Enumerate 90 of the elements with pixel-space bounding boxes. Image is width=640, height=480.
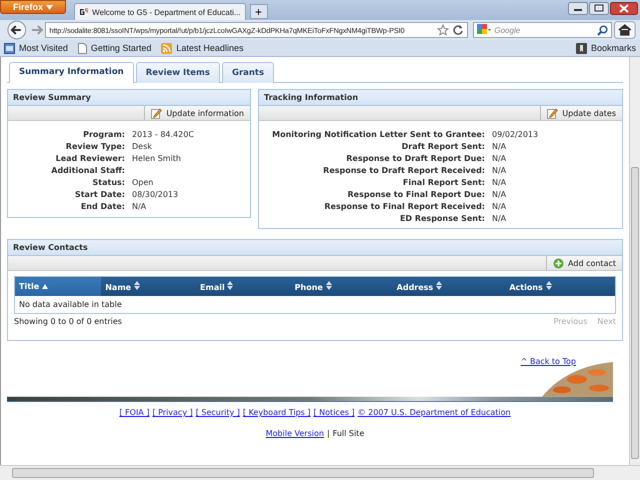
footer-link[interactable]: [ Security ] <box>196 408 240 417</box>
footer-link[interactable]: [ Privacy ] <box>152 408 193 417</box>
field-value: Open <box>132 178 154 187</box>
field-label: Response to Final Report Received: <box>323 202 485 211</box>
field-label: Status: <box>92 178 125 187</box>
back-to-top-link[interactable]: ^ Back to Top <box>520 357 576 366</box>
action-button[interactable]: Update information <box>144 106 250 120</box>
column-header[interactable]: Actions <box>505 276 616 296</box>
action-button[interactable]: Update dates <box>540 106 622 120</box>
field-value: 08/30/2013 <box>132 190 180 199</box>
field-value: 09/02/2013 <box>492 130 540 139</box>
minimize-icon[interactable] <box>568 2 588 15</box>
field-value: N/A <box>492 178 508 187</box>
panel-title: Review Summary <box>13 93 91 102</box>
column-header[interactable]: Title <box>14 276 102 296</box>
bookmark-item[interactable]: Most Visited <box>4 42 68 54</box>
field-label: Final Report Sent: <box>402 178 485 187</box>
field-value: N/A <box>492 202 508 211</box>
field-label: ED Response Sent: <box>398 214 485 223</box>
sort-icon <box>436 281 442 290</box>
sort-icon <box>546 281 552 290</box>
column-header[interactable]: Email <box>196 276 291 296</box>
pencil-icon <box>547 108 558 118</box>
field-label: Review Type: <box>64 142 125 151</box>
new-tab-button[interactable]: + <box>250 4 268 19</box>
close-icon[interactable] <box>610 2 638 15</box>
current-site-label: Full Site <box>332 429 364 438</box>
empty-table-message: No data available in table <box>19 300 122 309</box>
field-label: Response to Draft Report Received: <box>322 166 485 175</box>
field-value: N/A <box>492 166 508 175</box>
field-value: N/A <box>492 142 508 151</box>
footer-link[interactable]: [ FOIA ] <box>119 408 150 417</box>
field-label: Response to Final Report Due: <box>346 190 485 199</box>
star-icon[interactable] <box>437 24 450 36</box>
field-value: 2013 - 84.420C <box>132 130 195 139</box>
add-contact-button[interactable]: Add contact <box>546 256 622 270</box>
field-value: Helen Smith <box>132 154 182 163</box>
table-info: Showing 0 to 0 of 0 entries <box>14 317 122 326</box>
field-value: N/A <box>132 202 148 211</box>
column-header[interactable]: Name <box>101 276 196 296</box>
footer-link[interactable]: © 2007 U.S. Department of Education <box>358 408 511 417</box>
field-value: N/A <box>492 190 508 199</box>
sort-icon <box>134 281 140 290</box>
bookmark-folder-icon <box>4 42 15 54</box>
plus-icon <box>553 258 564 268</box>
search-box[interactable]: Google <box>473 22 612 38</box>
bookmarks-menu[interactable]: Bookmarks <box>576 42 636 54</box>
bookmark-item[interactable]: Latest Headlines <box>161 42 244 54</box>
field-value: N/A <box>492 214 508 223</box>
field-label: Lead Reviewer: <box>54 154 125 163</box>
site-icon <box>78 7 88 17</box>
back-icon[interactable] <box>6 20 28 40</box>
sort-icon <box>326 281 332 290</box>
dropdown-caret-icon <box>46 5 53 10</box>
column-header[interactable]: Phone <box>290 276 393 296</box>
maximize-icon[interactable] <box>589 2 609 15</box>
page-tab[interactable]: Review Items <box>136 62 220 83</box>
sort-ascending-icon <box>42 284 48 289</box>
field-label: Program: <box>82 130 125 139</box>
horizontal-scrollbar[interactable] <box>0 465 640 480</box>
pencil-icon <box>151 108 162 118</box>
vertical-scrollbar[interactable] <box>629 57 640 465</box>
panel-title: Tracking Information <box>264 93 358 102</box>
footer-link[interactable]: [ Keyboard Tips ] <box>242 408 311 417</box>
field-label: Response to Draft Report Due: <box>345 154 485 163</box>
field-label: End Date: <box>80 202 125 211</box>
search-engine-icon[interactable] <box>477 24 492 36</box>
search-icon[interactable] <box>597 24 608 36</box>
browser-tab[interactable]: Welcome to G5 - Department of Educati... <box>74 3 246 20</box>
bookmark-item[interactable]: Getting Started <box>78 42 152 54</box>
sort-icon <box>227 281 234 290</box>
field-label: Additional Staff: <box>50 166 125 175</box>
field-label: Draft Report Sent: <box>400 142 485 151</box>
field-value: N/A <box>492 154 508 163</box>
panel-title: Review Contacts <box>13 243 88 252</box>
tab-title: Welcome to G5 - Department of Educati... <box>92 8 241 16</box>
reload-icon[interactable] <box>452 24 464 36</box>
field-value: Desk <box>132 142 153 151</box>
footer-link[interactable]: [ Notices ] <box>314 408 355 417</box>
home-icon[interactable] <box>614 21 636 39</box>
separator: | <box>326 429 330 438</box>
field-label: Start Date: <box>74 190 125 199</box>
bookmarks-icon <box>576 42 587 54</box>
field-label: Monitoring Notification Letter Sent to Grantee: <box>271 130 485 139</box>
page-icon <box>78 42 87 54</box>
feed-icon <box>161 42 172 54</box>
column-header[interactable]: Address <box>392 276 506 296</box>
page-tab[interactable]: Summary Information <box>9 62 134 83</box>
page-tab[interactable]: Grants <box>222 62 274 83</box>
mobile-version-link[interactable]: Mobile Version <box>266 429 324 438</box>
